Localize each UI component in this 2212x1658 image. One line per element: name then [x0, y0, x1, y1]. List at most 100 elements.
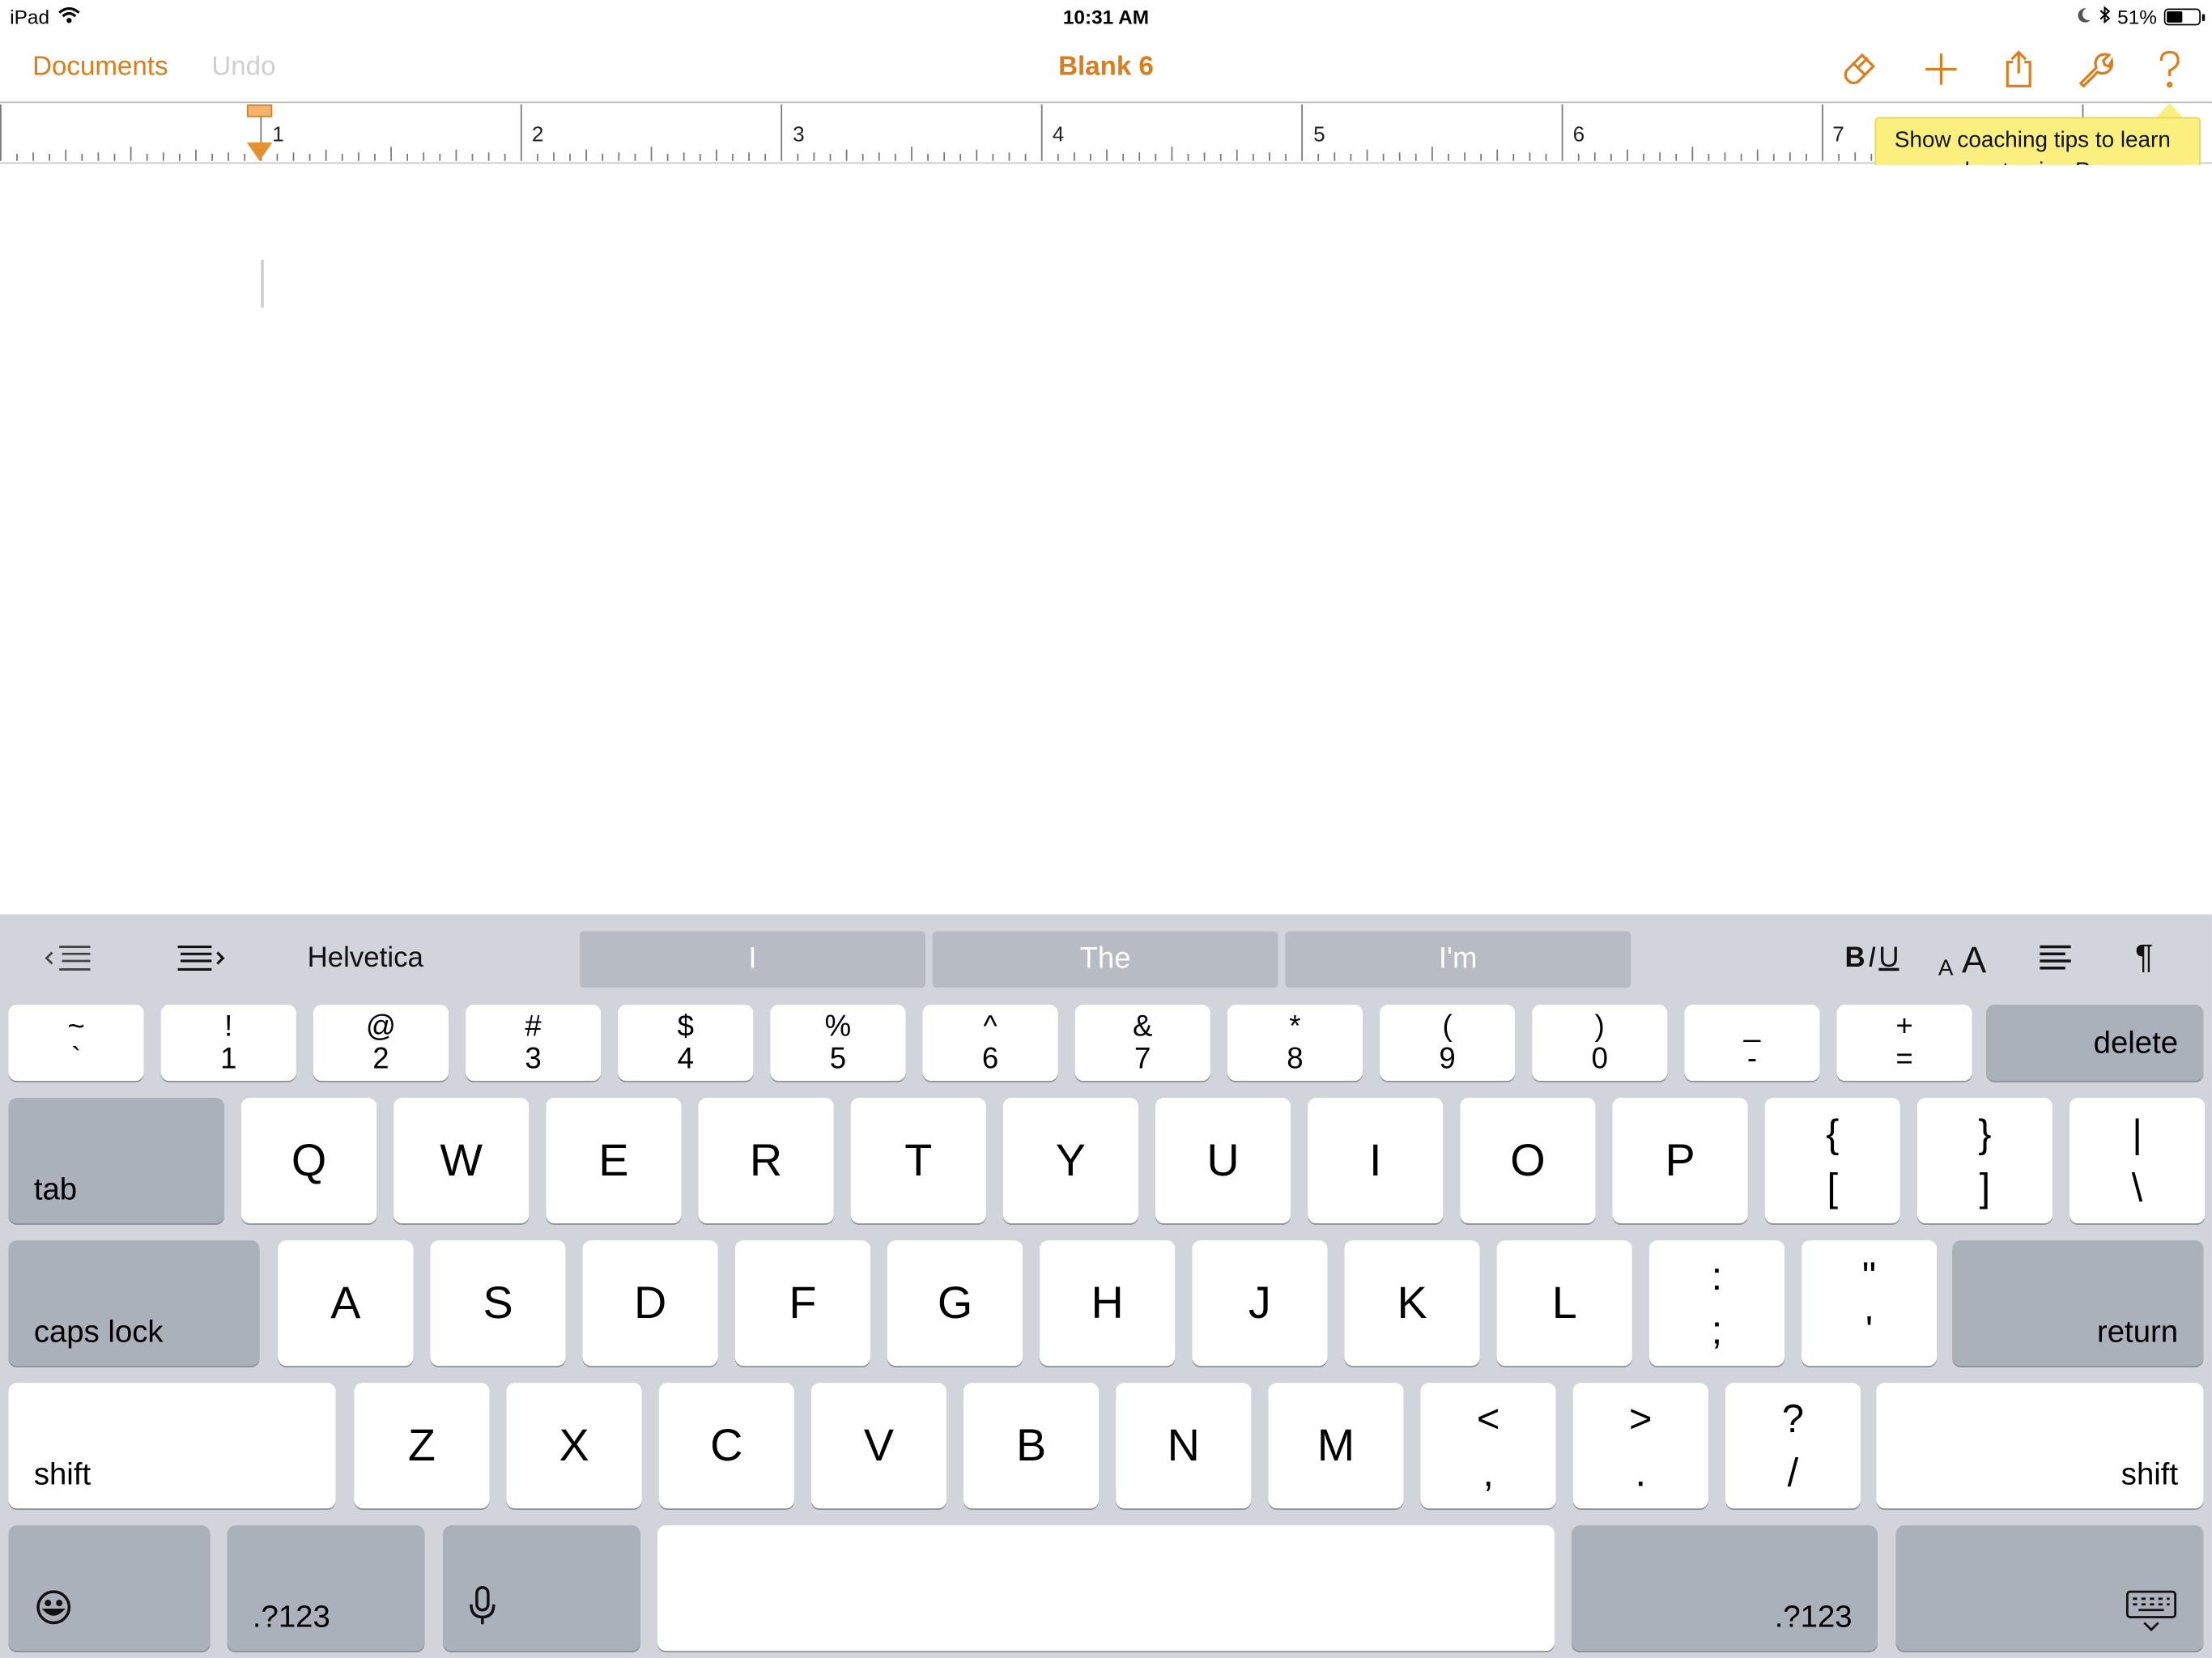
key-label-pair: * 8	[1287, 1010, 1303, 1075]
document-canvas[interactable]	[0, 164, 2212, 915]
key-label: B	[1016, 1419, 1047, 1471]
key-label: J	[1248, 1277, 1271, 1329]
key-x[interactable]: X	[506, 1383, 642, 1509]
key-quote[interactable]: " '	[1801, 1240, 1938, 1367]
key-semicolon[interactable]: :;	[1648, 1240, 1785, 1367]
suggestion-2[interactable]: The	[932, 931, 1278, 988]
documents-button[interactable]: Documents	[32, 52, 168, 83]
key-label-pair: + =	[1895, 1010, 1912, 1075]
key-0[interactable]: ) 0	[1532, 1005, 1668, 1082]
tab-key[interactable]: tab	[8, 1098, 225, 1224]
key-label: T	[904, 1134, 933, 1186]
key-4[interactable]: $4	[618, 1005, 754, 1082]
font-size-small-label: A	[1938, 956, 1954, 981]
caps-lock-key[interactable]: caps lock	[8, 1240, 260, 1367]
key-8[interactable]: * 8	[1227, 1005, 1363, 1082]
key-c[interactable]: C	[658, 1383, 794, 1509]
key-t[interactable]: T	[850, 1098, 986, 1224]
key-label-bottom: 3	[525, 1043, 542, 1076]
left-indent-marker[interactable]	[246, 142, 273, 161]
key-1[interactable]: ! 1	[160, 1005, 296, 1082]
key-b[interactable]: B	[963, 1383, 1100, 1509]
key-p[interactable]: P	[1612, 1098, 1748, 1224]
hide-keyboard-key[interactable]	[1895, 1525, 2204, 1652]
key-][interactable]: }]	[1916, 1098, 2053, 1224]
key-k[interactable]: K	[1344, 1240, 1480, 1367]
undo-button[interactable]: Undo	[211, 52, 275, 83]
key-comma[interactable]: <,	[1420, 1383, 1556, 1509]
align-left-icon[interactable]	[2031, 934, 2079, 982]
key-v[interactable]: V	[810, 1383, 947, 1509]
key-u[interactable]: U	[1155, 1098, 1291, 1224]
key-9[interactable]: (9	[1379, 1005, 1516, 1082]
suggestion-1[interactable]: I	[580, 931, 925, 988]
key-h[interactable]: H	[1040, 1240, 1176, 1367]
key-2[interactable]: @2	[313, 1005, 449, 1082]
suggestion-3[interactable]: I'm	[1285, 931, 1631, 988]
key-`[interactable]: ~ `	[8, 1005, 144, 1082]
key-label-bottom: 5	[829, 1043, 847, 1076]
key-label: K	[1397, 1277, 1427, 1329]
ruler-number: 5	[1313, 122, 1325, 147]
key-label-bottom: ,	[1482, 1449, 1494, 1494]
key-slash[interactable]: ? /	[1725, 1383, 1861, 1509]
paragraph-icon[interactable]: ¶	[2123, 934, 2165, 982]
key-g[interactable]: G	[887, 1240, 1023, 1367]
key-l[interactable]: L	[1496, 1240, 1632, 1367]
key-z[interactable]: Z	[354, 1383, 490, 1509]
key-n[interactable]: N	[1116, 1383, 1252, 1509]
key-label: Q	[291, 1134, 327, 1186]
dictation-key[interactable]	[443, 1525, 641, 1652]
key-6[interactable]: ^ 6	[922, 1005, 1058, 1082]
wrench-icon[interactable]	[2074, 48, 2116, 90]
key-j[interactable]: J	[1192, 1240, 1328, 1367]
emoji-key[interactable]	[8, 1525, 211, 1652]
key-e[interactable]: E	[546, 1098, 682, 1224]
key-\[interactable]: | \	[2069, 1098, 2206, 1224]
delete-key[interactable]: delete	[1986, 1005, 2204, 1082]
key-label-pair: ? /	[1782, 1392, 1804, 1499]
font-size-button[interactable]: A A	[1933, 934, 1992, 982]
battery-level	[2167, 11, 2183, 23]
numbers-key-left[interactable]: .?123	[227, 1525, 425, 1652]
share-icon[interactable]	[1997, 48, 2040, 90]
space-bar[interactable]	[657, 1525, 1555, 1652]
left-shift-key[interactable]: shift	[8, 1383, 336, 1509]
bold-label: B	[1844, 942, 1865, 973]
text-style-button[interactable]: B I U	[1838, 934, 1906, 982]
key-label-top: %	[824, 1010, 852, 1044]
indent-icon[interactable]	[172, 934, 229, 982]
paintbrush-icon[interactable]	[1838, 48, 1880, 90]
key-d[interactable]: D	[582, 1240, 718, 1367]
key-s[interactable]: S	[430, 1240, 566, 1367]
key-7[interactable]: & 7	[1074, 1005, 1210, 1082]
plus-icon[interactable]	[1920, 48, 1962, 90]
key-q[interactable]: Q	[240, 1098, 377, 1224]
numbers-key-right[interactable]: .?123	[1571, 1525, 1878, 1652]
key-[[interactable]: {[	[1764, 1098, 1900, 1224]
return-key[interactable]: return	[1952, 1240, 2204, 1367]
key-w[interactable]: W	[393, 1098, 530, 1224]
font-name-button[interactable]: Helvetica	[296, 934, 435, 982]
key-3[interactable]: #3	[465, 1005, 602, 1082]
key-period[interactable]: >.	[1572, 1383, 1708, 1509]
key-5[interactable]: % 5	[770, 1005, 906, 1082]
key-a[interactable]: A	[278, 1240, 414, 1367]
key-r[interactable]: R	[698, 1098, 834, 1224]
first-line-indent-marker[interactable]	[246, 104, 273, 117]
key--[interactable]: _ -	[1684, 1005, 1820, 1082]
key-m[interactable]: M	[1268, 1383, 1404, 1509]
key-i[interactable]: I	[1308, 1098, 1444, 1224]
outdent-icon[interactable]	[40, 934, 96, 982]
key-=[interactable]: + =	[1836, 1005, 1972, 1082]
document-title[interactable]: Blank 6	[1058, 52, 1154, 82]
key-label-top: !	[224, 1010, 233, 1044]
key-f[interactable]: F	[734, 1240, 870, 1367]
key-y[interactable]: Y	[1002, 1098, 1139, 1224]
help-icon[interactable]	[2149, 48, 2191, 90]
key-o[interactable]: O	[1460, 1098, 1596, 1224]
key-label-bottom: [	[1827, 1164, 1838, 1209]
right-shift-key[interactable]: shift	[1876, 1383, 2204, 1509]
key-label-bottom: =	[1895, 1043, 1913, 1076]
key-label: I	[1368, 1134, 1382, 1186]
